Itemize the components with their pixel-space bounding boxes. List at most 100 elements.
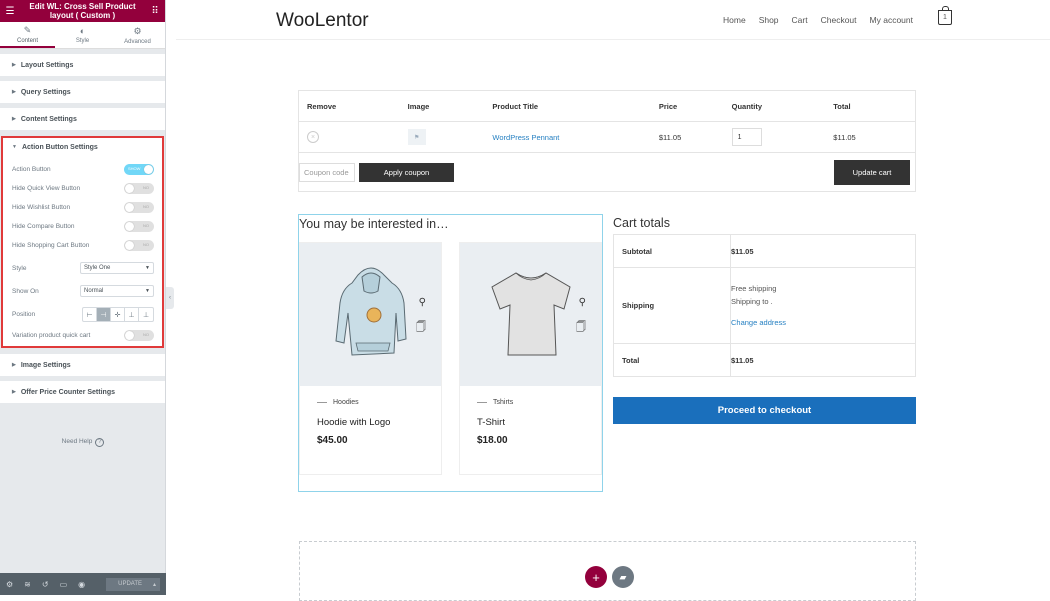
product-thumbnail[interactable]: ⚑ (407, 129, 426, 145)
show-on-select-value: Normal (84, 288, 104, 294)
tab-advanced-label: Advanced (124, 38, 151, 45)
section-image-settings[interactable]: ▶ Image Settings (0, 354, 165, 376)
header-remove: Remove (307, 101, 337, 111)
caret-right-icon: ▶ (12, 116, 16, 122)
hide-wishlist-toggle[interactable]: NO (124, 202, 154, 213)
caret-up-icon: ▴ (152, 581, 156, 588)
add-to-cart-bag-icon[interactable]: 🗍 (416, 320, 426, 337)
product-category[interactable]: Hoodies (317, 399, 359, 406)
section-query-settings[interactable]: ▶ Query Settings (0, 81, 165, 103)
quantity-input[interactable]: 1 (731, 128, 762, 146)
nav-checkout[interactable]: Checkout (821, 15, 857, 25)
action-section-header[interactable]: ▼ Action Button Settings (3, 140, 162, 154)
bottom-icon[interactable]: ⊥ (139, 308, 153, 321)
product-name[interactable]: Hoodie with Logo (317, 417, 390, 428)
product-category[interactable]: Tshirts (477, 399, 513, 406)
product-price: $45.00 (317, 435, 348, 446)
need-help-link[interactable]: Need Help? (0, 438, 166, 447)
subtotal-row: Subtotal $11.05 (614, 235, 915, 268)
contrast-icon: ◐ (79, 26, 86, 36)
cart-totals-title: Cart totals (613, 216, 670, 230)
section-content-settings[interactable]: ▶ Content Settings (0, 108, 165, 130)
coupon-code-input[interactable]: Coupon code (299, 162, 355, 182)
settings-icon[interactable]: ⚙ (6, 580, 13, 589)
change-address-link[interactable]: Change address (731, 316, 915, 329)
hide-shopping-cart-toggle[interactable]: NO (124, 240, 154, 251)
shipping-method: Free shipping (731, 284, 777, 293)
tab-style[interactable]: ◐ Style (55, 22, 110, 48)
cart-count: 1 (943, 14, 947, 21)
hide-quick-view-toggle[interactable]: NO (124, 183, 154, 194)
action-button-toggle[interactable]: SHOW (124, 164, 154, 175)
header-quantity: Quantity (731, 101, 763, 111)
section-label: Offer Price Counter Settings (20, 388, 115, 396)
caret-right-icon: ▶ (12, 89, 16, 95)
nav-cart[interactable]: Cart (792, 15, 808, 25)
history-icon[interactable]: ↺ (42, 580, 49, 589)
section-label: Query Settings (20, 88, 71, 96)
product-title-link[interactable]: WordPress Pennant (484, 133, 645, 142)
hide-compare-toggle[interactable]: NO (124, 221, 154, 232)
tab-content[interactable]: ✎ Content (0, 22, 55, 48)
chevron-down-icon: ▼ (145, 265, 150, 271)
remove-item-icon[interactable]: × (307, 131, 319, 143)
product-image[interactable]: ⚲ 🗍 (300, 243, 441, 386)
section-offer-price-counter-settings[interactable]: ▶ Offer Price Counter Settings (0, 381, 165, 403)
apply-coupon-button[interactable]: Apply coupon (359, 162, 454, 182)
variation-quick-cart-toggle[interactable]: NO (124, 330, 154, 341)
nav-home[interactable]: Home (723, 15, 746, 25)
nav-shop[interactable]: Shop (759, 15, 779, 25)
proceed-to-checkout-button[interactable]: Proceed to checkout (613, 397, 916, 424)
show-on-select[interactable]: Normal ▼ (80, 285, 154, 297)
pencil-icon: ✎ (23, 24, 32, 35)
product-name[interactable]: T-Shirt (477, 417, 505, 428)
right-align-icon[interactable]: ⊣ (97, 308, 111, 321)
left-align-icon[interactable]: ⊢ (83, 308, 97, 321)
hide-shopping-cart-control: Hide Shopping Cart Button NO (12, 240, 154, 251)
chevron-down-icon: ▼ (145, 288, 150, 294)
add-to-cart-bag-icon[interactable]: 🗍 (576, 320, 586, 337)
product-image[interactable]: ⚲ 🗍 (460, 243, 601, 386)
responsive-icon[interactable]: ▭ (60, 580, 68, 589)
cart-table-header: Remove Image Product Title Price Quantit… (299, 91, 915, 122)
site-logo[interactable]: WooLentor (276, 10, 369, 32)
top-icon[interactable]: ⊥ (125, 308, 139, 321)
product-card[interactable]: ⚲ 🗍 Tshirts T-Shirt $18.00 (459, 242, 602, 475)
action-section-title: Action Button Settings (21, 143, 98, 151)
hide-quick-view-control: Hide Quick View Button NO (12, 183, 154, 194)
update-button[interactable]: UPDATE ▴ (106, 577, 160, 591)
variation-quick-cart-control: Variation product quick cart NO (12, 330, 154, 341)
control-label: Hide Shopping Cart Button (12, 242, 90, 249)
item-price: $11.05 (658, 132, 682, 142)
update-cart-button[interactable]: Update cart (834, 159, 910, 185)
cross-sell-title: You may be interested in… (299, 217, 449, 231)
cart-icon[interactable]: 1 (938, 6, 952, 25)
add-template-folder-icon[interactable]: ▰ (612, 566, 634, 588)
add-section-plus-icon[interactable]: + (585, 566, 607, 588)
center-icon[interactable]: ✛ (111, 308, 125, 321)
cart-totals-table: Subtotal $11.05 Shipping Free shipping S… (613, 234, 916, 377)
control-label: Hide Wishlist Button (12, 204, 71, 211)
caret-right-icon: ▶ (12, 362, 16, 368)
position-control: Position ⊢ ⊣ ✛ ⊥ ⊥ (12, 307, 154, 322)
section-label: Content Settings (20, 115, 77, 123)
navigator-icon[interactable]: ≋ (24, 580, 31, 589)
tab-advanced[interactable]: ⚙ Advanced (110, 22, 165, 48)
collapse-panel-handle[interactable]: ‹ (166, 287, 174, 309)
hamburger-menu-icon[interactable]: ☰ (4, 5, 16, 17)
header-price: Price (658, 101, 678, 111)
control-label: Hide Quick View Button (12, 185, 81, 192)
position-button-group: ⊢ ⊣ ✛ ⊥ ⊥ (82, 307, 154, 322)
product-price: $18.00 (477, 435, 508, 446)
quick-view-search-icon[interactable]: ⚲ (419, 297, 426, 308)
widgets-grid-icon[interactable]: ⠿ (149, 5, 161, 17)
style-select[interactable]: Style One ▼ (80, 262, 154, 274)
cross-sell-widget[interactable]: You may be interested in… ⚲ 🗍 Hoodies Ho… (298, 214, 603, 492)
product-card[interactable]: ⚲ 🗍 Hoodies Hoodie with Logo $45.00 (299, 242, 442, 475)
quick-view-search-icon[interactable]: ⚲ (579, 297, 586, 308)
section-layout-settings[interactable]: ▶ Layout Settings (0, 54, 165, 76)
cart-table: Remove Image Product Title Price Quantit… (298, 90, 916, 192)
preview-eye-icon[interactable]: ◉ (78, 580, 85, 589)
shipping-destination: Shipping to . (731, 297, 773, 306)
nav-my-account[interactable]: My account (870, 15, 913, 25)
